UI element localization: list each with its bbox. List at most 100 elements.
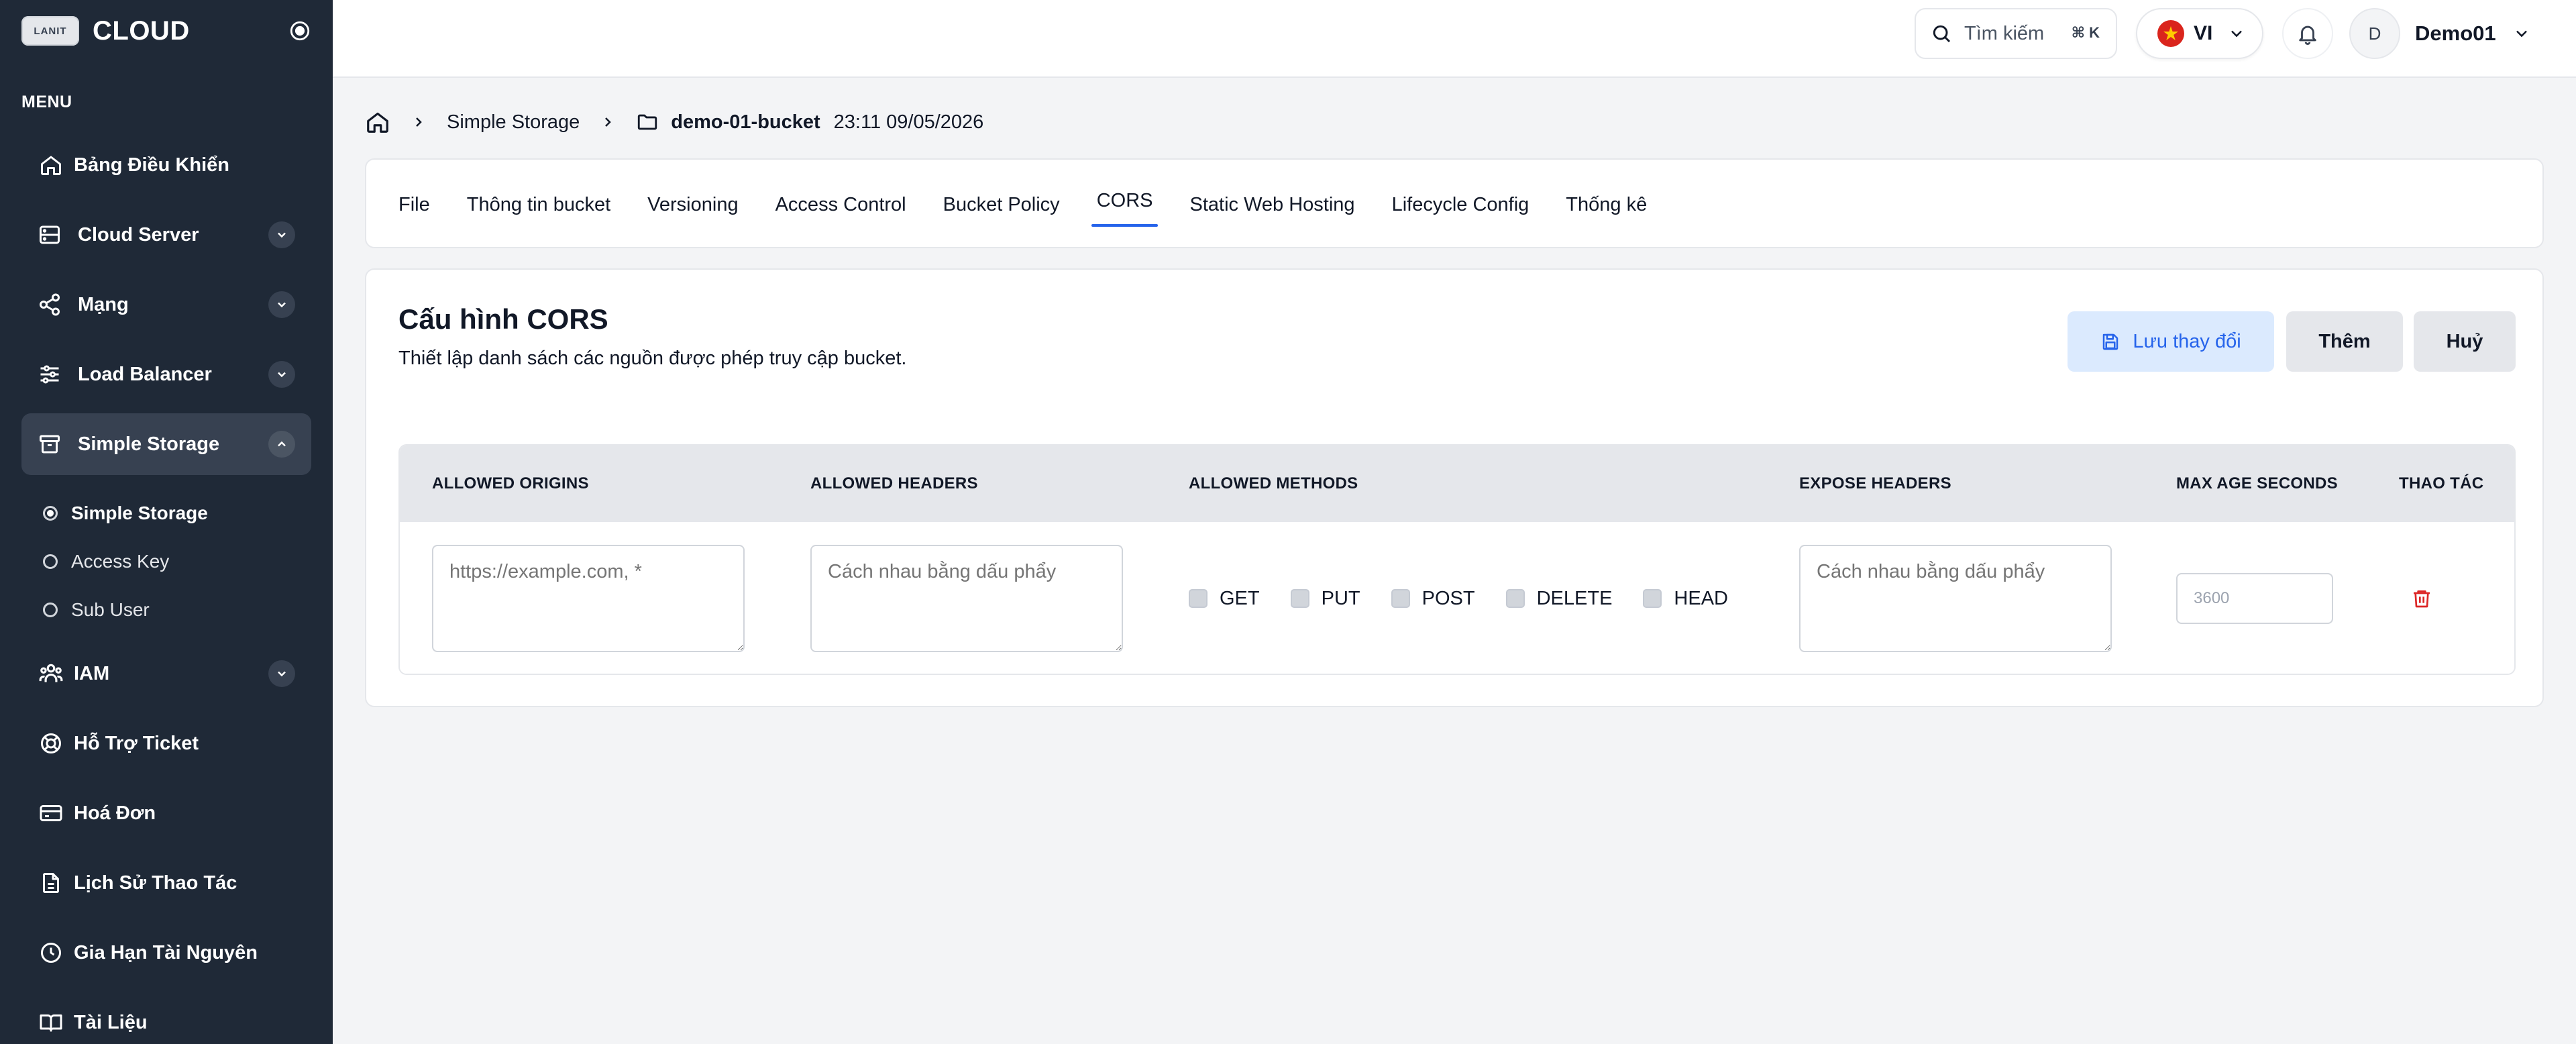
method-label: HEAD <box>1674 587 1728 609</box>
save-changes-label: Lưu thay đổi <box>2133 330 2241 352</box>
users-group-icon <box>38 660 64 687</box>
chevron-down-icon[interactable] <box>268 221 295 248</box>
folder-icon <box>636 111 659 134</box>
menu-heading: MENU <box>21 93 72 111</box>
sidebar-item-network[interactable]: Mạng <box>21 274 311 335</box>
trash-icon <box>2411 588 2432 609</box>
sidebar-item-label: Tài Liệu <box>74 1011 148 1033</box>
sidebar-subitem-label: Access Key <box>71 551 170 572</box>
home-icon[interactable] <box>365 109 390 135</box>
sidebar-item-label: Hỗ Trợ Ticket <box>74 732 199 754</box>
sidebar-item-label: IAM <box>74 662 110 684</box>
method-head-checkbox[interactable]: HEAD <box>1643 588 1728 610</box>
delete-rule-button[interactable] <box>2407 584 2436 613</box>
checkbox[interactable] <box>1505 589 1525 608</box>
sidebar-subitem-sub-user[interactable]: Sub User <box>43 593 150 627</box>
sidebar-item-dashboard[interactable]: Bảng Điều Khiển <box>21 134 311 196</box>
method-get-checkbox[interactable]: GET <box>1189 588 1260 610</box>
method-post-checkbox[interactable]: POST <box>1391 588 1475 610</box>
table-header: ALLOWED ORIGINS ALLOWED HEADERS ALLOWED … <box>400 446 2514 522</box>
chevron-up-icon[interactable] <box>268 431 295 458</box>
document-icon <box>38 870 64 896</box>
checkbox[interactable] <box>1290 589 1309 608</box>
tab-cors[interactable]: CORS <box>1091 160 1159 250</box>
credit-card-icon <box>38 800 64 827</box>
cancel-button[interactable]: Huỷ <box>2414 311 2516 372</box>
search-placeholder: Tìm kiếm <box>1964 22 2045 44</box>
expose-headers-input[interactable] <box>1799 545 2112 652</box>
breadcrumb: Simple Storage demo-01-bucket 23:11 09/0… <box>365 106 983 138</box>
sidebar-item-label: Bảng Điều Khiển <box>74 154 230 176</box>
column-expose-headers: EXPOSE HEADERS <box>1799 474 1951 492</box>
save-icon <box>2100 331 2121 352</box>
sidebar-subitem-label: Simple Storage <box>71 503 208 523</box>
chevron-down-icon[interactable] <box>268 361 295 388</box>
dot-icon <box>43 603 58 617</box>
breadcrumb-simple-storage[interactable]: Simple Storage <box>447 111 580 134</box>
sidebar-subitem-simple-storage[interactable]: Simple Storage <box>43 497 208 530</box>
avatar: D <box>2349 8 2400 59</box>
sidebar-item-support-ticket[interactable]: Hỗ Trợ Ticket <box>21 713 311 774</box>
method-label: PUT <box>1321 587 1360 609</box>
allowed-methods-group: GET PUT POST DELETE HEAD <box>1189 584 1759 613</box>
sidebar-item-activity-history[interactable]: Lịch Sử Thao Tác <box>21 852 311 914</box>
tab-lifecycle-config[interactable]: Lifecycle Config <box>1387 160 1535 250</box>
chevron-down-icon <box>2512 24 2531 43</box>
tab-versioning[interactable]: Versioning <box>642 160 743 250</box>
column-allowed-origins: ALLOWED ORIGINS <box>432 474 589 492</box>
tab-label: Static Web Hosting <box>1189 193 1355 215</box>
user-menu[interactable]: D Demo01 <box>2349 8 2531 59</box>
language-selector[interactable]: VI <box>2136 8 2263 59</box>
lifebuoy-icon <box>38 730 64 757</box>
checkbox[interactable] <box>1643 589 1662 608</box>
chevron-right-icon <box>600 114 616 130</box>
tab-access-control[interactable]: Access Control <box>770 160 912 250</box>
tab-statistics[interactable]: Thống kê <box>1560 160 1652 250</box>
method-put-checkbox[interactable]: PUT <box>1290 587 1360 610</box>
brand-logo: LANIT <box>21 16 79 46</box>
sidebar-item-cloud-server[interactable]: Cloud Server <box>21 204 311 266</box>
tab-label: Versioning <box>647 193 739 215</box>
save-changes-button[interactable]: Lưu thay đổi <box>2068 311 2274 372</box>
sidebar-item-label: Mạng <box>78 293 129 315</box>
tab-bucket-policy[interactable]: Bucket Policy <box>938 160 1065 250</box>
search-input[interactable]: Tìm kiếm ⌘ K <box>1915 8 2117 59</box>
sidebar-item-label: Hoá Đơn <box>74 802 156 824</box>
method-delete-checkbox[interactable]: DELETE <box>1505 588 1612 610</box>
tab-bucket-info[interactable]: Thông tin bucket <box>462 160 616 250</box>
add-rule-button[interactable]: Thêm <box>2286 311 2403 372</box>
notifications-button[interactable] <box>2282 8 2333 59</box>
sidebar-item-load-balancer[interactable]: Load Balancer <box>21 344 311 405</box>
chevron-down-icon[interactable] <box>268 660 295 687</box>
sidebar-collapse-icon[interactable] <box>287 18 313 44</box>
book-icon <box>38 1009 64 1036</box>
cors-config-card: Cấu hình CORS Thiết lập danh sách các ng… <box>365 268 2544 707</box>
tab-label: Access Control <box>775 193 906 215</box>
sidebar-item-resource-renewal[interactable]: Gia Hạn Tài Nguyên <box>21 922 311 984</box>
search-icon <box>1931 23 1952 44</box>
sidebar-subitem-label: Sub User <box>71 599 150 620</box>
allowed-headers-input[interactable] <box>810 545 1123 652</box>
column-max-age-seconds: MAX AGE SECONDS <box>2176 474 2338 492</box>
chevron-down-icon[interactable] <box>268 291 295 318</box>
sidebar-item-documents[interactable]: Tài Liệu <box>21 992 311 1044</box>
tab-static-web-hosting[interactable]: Static Web Hosting <box>1184 160 1360 250</box>
active-dot-icon <box>43 506 58 521</box>
allowed-origins-input[interactable] <box>432 545 745 652</box>
tab-label: Thống kê <box>1566 193 1648 215</box>
tab-label: File <box>398 193 430 215</box>
sidebar-item-iam[interactable]: IAM <box>21 643 311 704</box>
breadcrumb-timestamp: 23:11 09/05/2026 <box>833 111 984 133</box>
checkbox[interactable] <box>1189 589 1208 608</box>
sidebar-item-simple-storage[interactable]: Simple Storage <box>21 413 311 475</box>
tab-file[interactable]: File <box>393 160 435 250</box>
brand[interactable]: LANIT CLOUD <box>21 15 190 47</box>
chevron-right-icon <box>411 114 427 130</box>
archive-box-icon <box>36 431 63 458</box>
home-icon <box>38 152 64 178</box>
tab-label: Thông tin bucket <box>466 193 611 215</box>
sidebar-item-invoice[interactable]: Hoá Đơn <box>21 782 311 844</box>
max-age-seconds-input[interactable]: 3600 <box>2176 573 2333 624</box>
sidebar-subitem-access-key[interactable]: Access Key <box>43 545 169 578</box>
checkbox[interactable] <box>1391 589 1410 608</box>
